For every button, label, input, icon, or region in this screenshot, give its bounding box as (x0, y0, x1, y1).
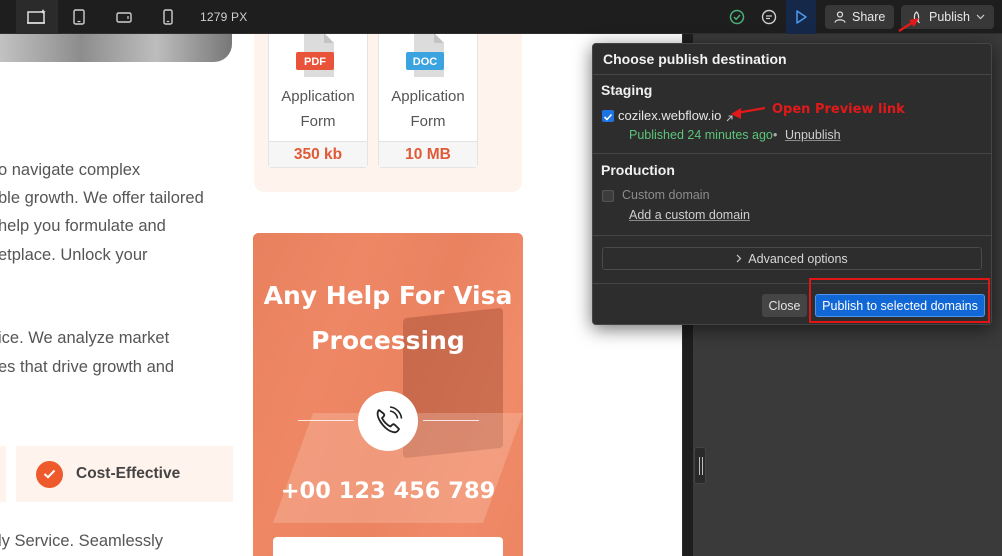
file-size: 350 kb (269, 141, 367, 167)
text-line: help you formulate and (0, 217, 166, 235)
custom-domain-label: Custom domain (622, 188, 710, 202)
published-status: Published 24 minutes ago (629, 128, 773, 142)
annotation-label: Open Preview link (772, 102, 905, 117)
phone-icon-circle (358, 391, 418, 451)
share-button[interactable]: Share (825, 5, 895, 29)
text-line: etplace. Unlock your (0, 246, 148, 264)
publish-button[interactable]: Publish (901, 5, 994, 29)
status-separator: • (773, 128, 778, 142)
body-paragraph-bottom: ly Service. Seamlessly (0, 532, 164, 550)
cost-effective-badge: Cost-Effective (16, 446, 233, 502)
mobile-portrait-breakpoint-icon[interactable] (147, 0, 189, 34)
designer-canvas[interactable]: o navigate complex ble growth. We offer … (0, 34, 682, 556)
text-line: ble growth. We offer tailored (0, 189, 204, 207)
desktop-breakpoint-icon[interactable] (16, 0, 58, 34)
advanced-options-toggle[interactable]: Advanced options (602, 247, 982, 270)
chevron-right-icon (736, 254, 742, 263)
unpublish-link[interactable]: Unpublish (785, 128, 841, 142)
top-toolbar: 1279 PX Share Publish (0, 0, 1002, 34)
popup-title: Choose publish destination (603, 51, 787, 67)
file-size: 10 MB (379, 141, 477, 167)
text-line: o navigate complex (0, 161, 141, 179)
appointment-button[interactable] (273, 537, 503, 556)
publish-label: Publish (929, 10, 970, 24)
add-custom-domain-link[interactable]: Add a custom domain (629, 208, 750, 222)
close-button[interactable]: Close (762, 294, 807, 317)
staging-checkbox[interactable] (602, 110, 614, 122)
canvas-resize-handle[interactable] (694, 447, 706, 484)
file-name: Application Form (281, 88, 355, 130)
open-link-icon[interactable] (725, 110, 734, 128)
pdf-badge-text: PDF (304, 56, 326, 68)
preview-button[interactable] (786, 0, 816, 34)
highlight-box (809, 278, 990, 323)
feature-badge-partial (0, 446, 6, 502)
staging-title: Staging (601, 82, 653, 98)
divider-line (423, 420, 479, 421)
advanced-options-label: Advanced options (748, 251, 848, 266)
divider-line (298, 420, 354, 421)
status-check-icon[interactable] (726, 0, 748, 34)
play-icon (796, 10, 807, 24)
checkmark-icon (603, 113, 613, 121)
visa-phone-number: +00 123 456 789 (280, 478, 496, 504)
chevron-down-icon (976, 14, 985, 20)
hero-image (0, 34, 232, 62)
rocket-icon (913, 10, 920, 23)
application-files-box: PDF Application Form 350 kb DOC Applicat… (254, 34, 522, 192)
mobile-landscape-breakpoint-icon[interactable] (103, 0, 145, 34)
doc-file-icon: DOC (406, 34, 444, 77)
text-line: es that drive growth and (0, 358, 175, 376)
divider (593, 74, 991, 75)
doc-badge-text: DOC (413, 56, 438, 68)
user-icon (834, 11, 846, 23)
phone-call-icon (376, 406, 403, 434)
text-line: ice. We analyze market (0, 329, 170, 347)
cost-effective-label: Cost-Effective (76, 465, 181, 482)
visa-help-card: Any Help For Visa Processing +00 123 456… (253, 233, 523, 556)
divider (593, 235, 991, 236)
comments-icon[interactable] (758, 0, 780, 34)
pdf-file-card[interactable]: PDF Application Form 350 kb (268, 34, 368, 168)
production-title: Production (601, 162, 675, 178)
pdf-file-icon: PDF (296, 34, 334, 77)
canvas-width-readout: 1279 PX (200, 10, 248, 24)
staging-domain[interactable]: cozilex.webflow.io (618, 108, 721, 123)
doc-file-card[interactable]: DOC Application Form 10 MB (378, 34, 478, 168)
tablet-breakpoint-icon[interactable] (58, 0, 100, 34)
visa-help-title: Any Help For Visa Processing (263, 281, 513, 355)
check-icon (36, 460, 63, 488)
file-name: Application Form (391, 88, 465, 130)
custom-domain-checkbox[interactable] (602, 190, 614, 202)
share-label: Share (852, 10, 886, 24)
divider (593, 153, 991, 154)
